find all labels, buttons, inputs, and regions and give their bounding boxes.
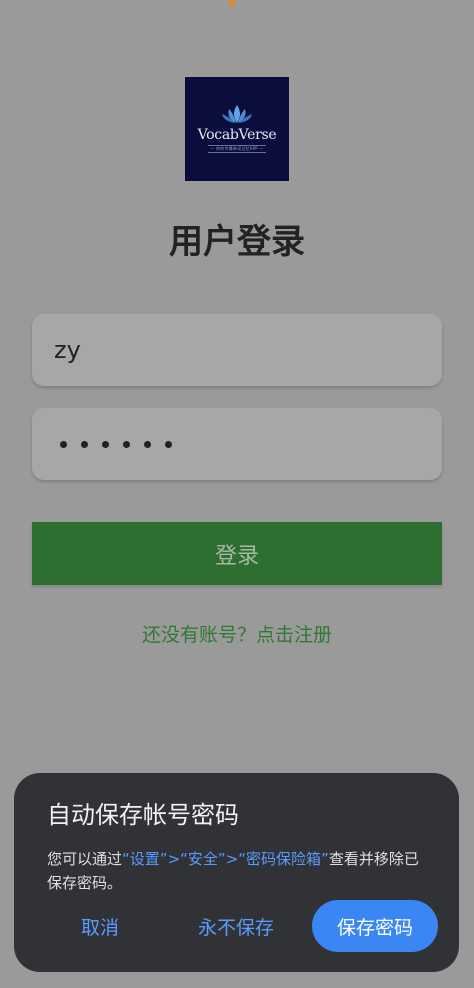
password-mask — [60, 440, 172, 448]
status-indicator — [229, 0, 235, 7]
password-dot — [165, 440, 172, 448]
dialog-title: 自动保存帐号密码 — [47, 801, 239, 829]
login-button[interactable]: 登录 — [32, 522, 442, 585]
path-settings: “设置” — [122, 850, 168, 868]
password-dot — [81, 440, 88, 448]
password-dot — [144, 440, 151, 448]
username-field[interactable]: zy — [32, 314, 442, 386]
password-dot — [102, 440, 109, 448]
dialog-message: 您可以通过“设置”>“安全”>“密码保险箱”查看并移除已保存密码。 — [47, 847, 432, 895]
app-logo: VocabVerse — 你的专属单词记忆APP — — [185, 77, 289, 181]
lotus-icon — [222, 105, 252, 123]
cancel-button[interactable]: 取消 — [60, 900, 140, 952]
path-separator: > — [225, 850, 239, 868]
login-screen: VocabVerse — 你的专属单词记忆APP — 用户登录 zy 登录 还没… — [0, 0, 474, 988]
save-password-dialog: 自动保存帐号密码 您可以通过“设置”>“安全”>“密码保险箱”查看并移除已保存密… — [14, 773, 459, 972]
logo-name: VocabVerse — [197, 127, 277, 143]
password-dot — [123, 440, 130, 448]
never-save-button[interactable]: 永不保存 — [181, 900, 291, 952]
path-security: “安全” — [180, 850, 226, 868]
register-link[interactable]: 还没有账号？点击注册 — [0, 620, 474, 647]
path-vault: “密码保险箱” — [238, 850, 329, 868]
password-dot — [60, 440, 67, 448]
username-value: zy — [54, 336, 81, 364]
save-password-button[interactable]: 保存密码 — [312, 900, 438, 952]
message-prefix: 您可以通过 — [47, 850, 123, 868]
password-field[interactable] — [32, 408, 442, 480]
page-title: 用户登录 — [169, 222, 305, 262]
path-separator: > — [167, 850, 181, 868]
logo-tagline: — 你的专属单词记忆APP — — [208, 145, 266, 153]
